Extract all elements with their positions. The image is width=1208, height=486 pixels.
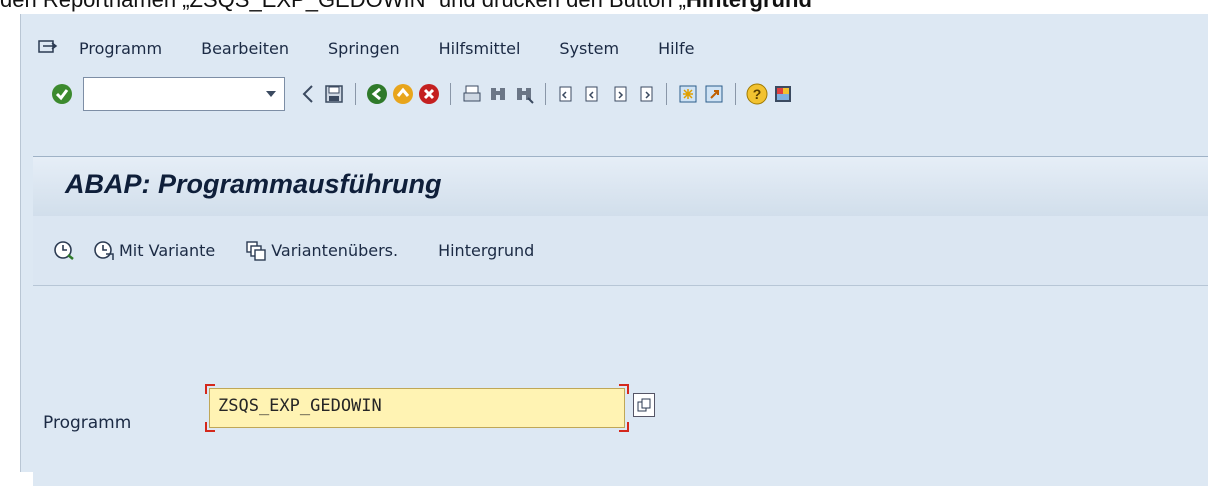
program-field[interactable] — [209, 388, 625, 428]
find-next-icon[interactable] — [511, 81, 537, 107]
back-icon[interactable] — [364, 81, 390, 107]
menu-bar: Programm Bearbeiten Springen Hilfsmittel… — [21, 28, 1208, 68]
print-icon[interactable] — [459, 81, 485, 107]
menu-system[interactable]: System — [559, 39, 619, 58]
required-marker — [619, 422, 629, 432]
menu-hilfsmittel[interactable]: Hilfsmittel — [439, 39, 521, 58]
menu-programm[interactable]: Programm — [79, 39, 162, 58]
execute-button[interactable] — [53, 240, 79, 262]
program-field-wrapper — [205, 384, 629, 432]
command-input[interactable] — [84, 78, 266, 108]
toolbar-separator — [355, 83, 356, 105]
title-bar: ABAP: Programmausführung — [33, 156, 1208, 218]
application-toolbar: Mit Variante Variantenübers. Hintergrund — [33, 216, 1208, 286]
standard-toolbar: ? — [21, 72, 1208, 116]
with-variant-label: Mit Variante — [119, 241, 216, 260]
toolbar-separator — [735, 83, 736, 105]
caption-bold-text: Hintergrund — [686, 0, 812, 12]
required-marker — [619, 384, 629, 394]
toolbar-separator — [545, 83, 546, 105]
cancel-icon[interactable] — [416, 81, 442, 107]
clock-variant-icon — [94, 240, 114, 260]
menu-hilfe[interactable]: Hilfe — [658, 39, 694, 58]
new-session-icon[interactable] — [675, 81, 701, 107]
selection-screen: Programm — [33, 286, 1208, 486]
chevron-down-icon[interactable] — [262, 84, 280, 104]
first-page-icon[interactable] — [554, 81, 580, 107]
toolbar-separator — [450, 83, 451, 105]
instruction-caption: den Reportnamen „ZSQS_EXP_GEDOWIN“ und d… — [0, 0, 1208, 14]
required-marker — [205, 422, 215, 432]
sap-window: Programm Bearbeiten Springen Hilfsmittel… — [20, 14, 1208, 486]
svg-text:?: ? — [753, 86, 762, 102]
page-title: ABAP: Programmausführung — [65, 169, 442, 199]
program-input[interactable] — [216, 395, 600, 417]
screen-area: ABAP: Programmausführung Mit Variante Va… — [33, 156, 1208, 486]
last-page-icon[interactable] — [632, 81, 658, 107]
back-arrow-icon[interactable] — [295, 81, 321, 107]
next-page-icon[interactable] — [606, 81, 632, 107]
background-label: Hintergrund — [438, 241, 535, 260]
caption-text: den Reportnamen „ZSQS_EXP_GEDOWIN“ und d… — [0, 0, 686, 12]
variant-overview-button[interactable]: Variantenübers. — [245, 240, 398, 262]
value-help-icon[interactable] — [633, 393, 655, 417]
save-icon[interactable] — [321, 81, 347, 107]
menu-bearbeiten[interactable]: Bearbeiten — [201, 39, 289, 58]
required-marker — [205, 384, 215, 394]
customize-icon[interactable] — [770, 81, 796, 107]
execute-with-variant-button[interactable]: Mit Variante — [93, 240, 215, 262]
help-icon[interactable]: ? — [744, 81, 770, 107]
variant-overview-label: Variantenübers. — [271, 241, 399, 260]
exit-icon[interactable] — [390, 81, 416, 107]
background-button[interactable]: Hintergrund — [438, 241, 534, 260]
shortcut-icon[interactable] — [701, 81, 727, 107]
system-menu-icon[interactable] — [35, 37, 61, 59]
program-label: Programm — [43, 413, 132, 433]
clock-execute-icon — [54, 240, 74, 260]
menu-springen[interactable]: Springen — [328, 39, 400, 58]
toolbar-separator — [666, 83, 667, 105]
command-field[interactable] — [83, 77, 285, 111]
previous-page-icon[interactable] — [580, 81, 606, 107]
variants-icon — [246, 240, 266, 261]
find-icon[interactable] — [485, 81, 511, 107]
enter-check-icon[interactable] — [49, 81, 75, 107]
